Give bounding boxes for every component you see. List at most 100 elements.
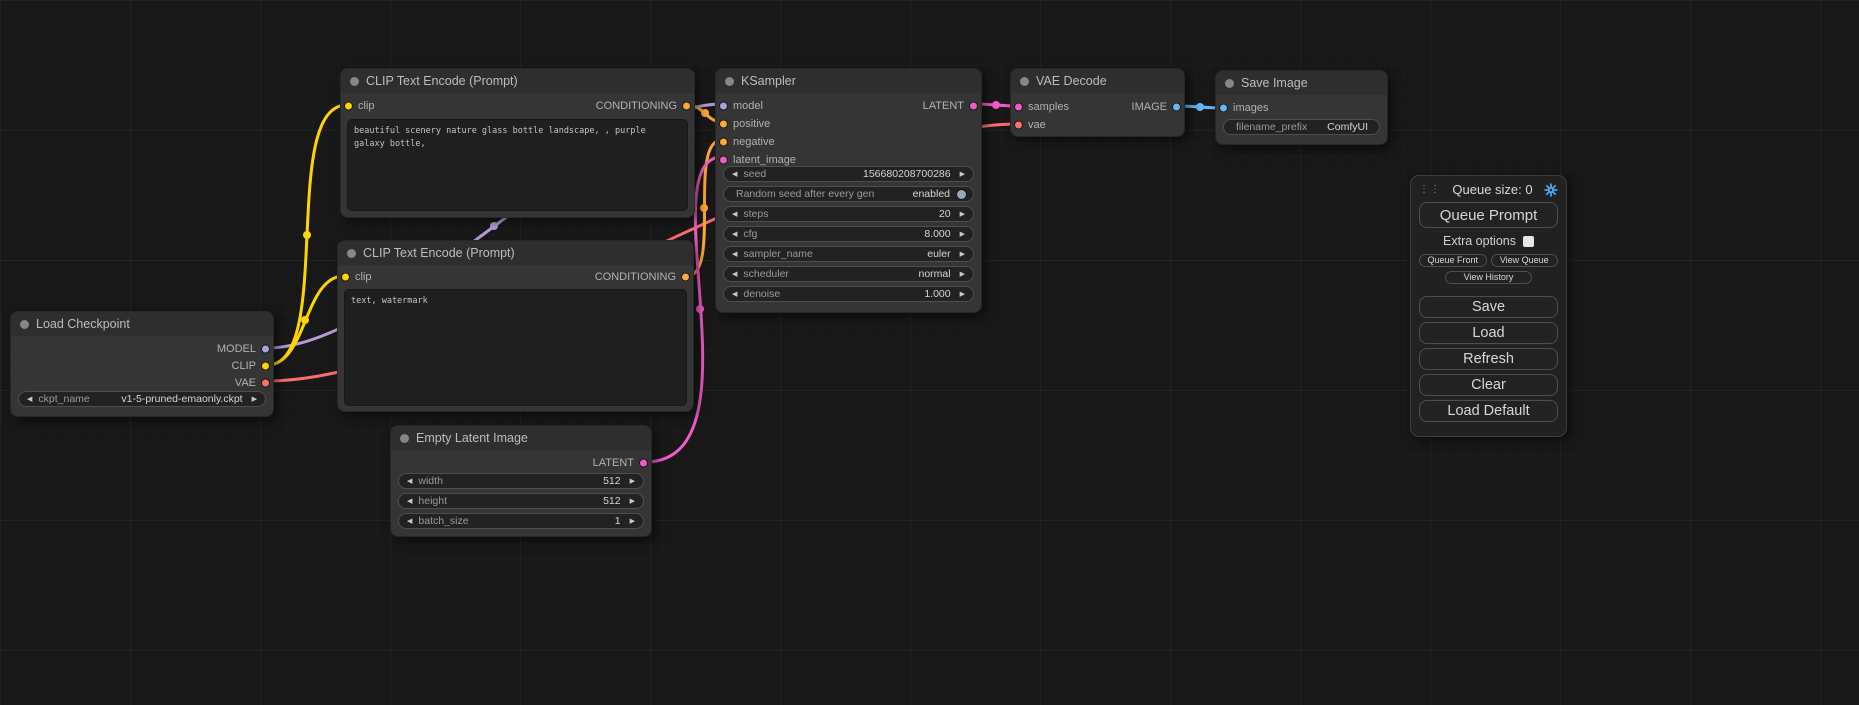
link-midpoint-dot-samples xyxy=(992,101,1000,109)
collapse-dot-icon[interactable] xyxy=(1225,79,1234,88)
queue-prompt-button[interactable]: Queue Prompt xyxy=(1419,202,1558,228)
view-queue-button[interactable]: View Queue xyxy=(1491,254,1559,267)
node-title-bar[interactable]: CLIP Text Encode (Prompt) xyxy=(338,241,693,265)
slot-row: positive xyxy=(716,115,981,133)
widget-seed[interactable]: ◀ seed 156680208700286 ▶ xyxy=(723,166,974,182)
increment-arrow-icon[interactable]: ▶ xyxy=(957,291,968,298)
input-port-positive[interactable] xyxy=(719,120,728,129)
node-vae-decode[interactable]: VAE Decode samples IMAGE vae xyxy=(1010,68,1185,137)
widget-batch-size[interactable]: ◀ batch_size 1 ▶ xyxy=(398,513,644,529)
increment-arrow-icon[interactable]: ▶ xyxy=(627,478,638,485)
widget-width[interactable]: ◀ width 512 ▶ xyxy=(398,473,644,489)
decrement-arrow-icon[interactable]: ◀ xyxy=(24,396,35,403)
prompt-textarea[interactable]: beautiful scenery nature glass bottle la… xyxy=(347,119,688,211)
toggle-dot-icon[interactable] xyxy=(956,189,967,200)
settings-gear-icon[interactable] xyxy=(1544,183,1558,197)
input-slot-label: negative xyxy=(733,136,775,148)
node-title-bar[interactable]: KSampler xyxy=(716,69,981,93)
output-slot-label: MODEL xyxy=(217,343,256,355)
widget-sampler-name[interactable]: ◀ sampler_name euler ▶ xyxy=(723,246,974,262)
widget-scheduler[interactable]: ◀ scheduler normal ▶ xyxy=(723,266,974,282)
collapse-dot-icon[interactable] xyxy=(400,434,409,443)
prompt-textarea[interactable]: text, watermark xyxy=(344,289,687,406)
increment-arrow-icon[interactable]: ▶ xyxy=(957,271,968,278)
widget-height[interactable]: ◀ height 512 ▶ xyxy=(398,493,644,509)
input-port-images[interactable] xyxy=(1219,104,1228,113)
decrement-arrow-icon[interactable]: ◀ xyxy=(404,478,415,485)
increment-arrow-icon[interactable]: ▶ xyxy=(957,251,968,258)
load-button[interactable]: Load xyxy=(1419,322,1558,344)
output-port-conditioning[interactable] xyxy=(682,102,691,111)
refresh-button[interactable]: Refresh xyxy=(1419,348,1558,370)
decrement-arrow-icon[interactable]: ◀ xyxy=(729,231,740,238)
output-port-latent[interactable] xyxy=(639,459,648,468)
output-port-vae[interactable] xyxy=(261,378,270,387)
node-title-bar[interactable]: Empty Latent Image xyxy=(391,426,651,450)
decrement-arrow-icon[interactable]: ◀ xyxy=(404,498,415,505)
input-port-model[interactable] xyxy=(719,102,728,111)
widget-label: Random seed after every gen xyxy=(736,188,874,200)
increment-arrow-icon[interactable]: ▶ xyxy=(957,231,968,238)
input-port-negative[interactable] xyxy=(719,138,728,147)
collapse-dot-icon[interactable] xyxy=(1020,77,1029,86)
node-clip-text-encode-positive[interactable]: CLIP Text Encode (Prompt) clip CONDITION… xyxy=(340,68,695,218)
node-clip-text-encode-negative[interactable]: CLIP Text Encode (Prompt) clip CONDITION… xyxy=(337,240,694,412)
output-port-clip[interactable] xyxy=(261,361,270,370)
widget-ckpt-name[interactable]: ◀ ckpt_name v1-5-pruned-emaonly.ckpt ▶ xyxy=(18,391,266,407)
input-slot-label: positive xyxy=(733,118,770,130)
input-port-vae[interactable] xyxy=(1014,121,1023,130)
graph-canvas[interactable]: Load Checkpoint MODEL CLIP VAE ◀ ckpt_na… xyxy=(0,0,1859,705)
collapse-dot-icon[interactable] xyxy=(725,77,734,86)
collapse-dot-icon[interactable] xyxy=(20,320,29,329)
decrement-arrow-icon[interactable]: ◀ xyxy=(729,291,740,298)
node-save-image[interactable]: Save Image images filename_prefix ComfyU… xyxy=(1215,70,1388,145)
input-port-latent-image[interactable] xyxy=(719,156,728,165)
output-port-latent[interactable] xyxy=(969,102,978,111)
collapse-dot-icon[interactable] xyxy=(350,77,359,86)
input-port-clip[interactable] xyxy=(341,273,350,282)
decrement-arrow-icon[interactable]: ◀ xyxy=(404,518,415,525)
decrement-arrow-icon[interactable]: ◀ xyxy=(729,211,740,218)
increment-arrow-icon[interactable]: ▶ xyxy=(957,171,968,178)
link-midpoint-dot-negative-cond xyxy=(700,204,708,212)
node-title-bar[interactable]: Save Image xyxy=(1216,71,1387,95)
decrement-arrow-icon[interactable]: ◀ xyxy=(729,271,740,278)
decrement-arrow-icon[interactable]: ◀ xyxy=(729,171,740,178)
extra-options-checkbox[interactable] xyxy=(1523,236,1534,247)
widget-cfg[interactable]: ◀ cfg 8.000 ▶ xyxy=(723,226,974,242)
queue-front-button[interactable]: Queue Front xyxy=(1419,254,1487,267)
node-title-bar[interactable]: CLIP Text Encode (Prompt) xyxy=(341,69,694,93)
input-slot-label: clip xyxy=(355,271,372,283)
output-slot-label: LATENT xyxy=(593,457,634,469)
widget-denoise[interactable]: ◀ denoise 1.000 ▶ xyxy=(723,286,974,302)
node-empty-latent-image[interactable]: Empty Latent Image LATENT ◀ width 512 ▶ … xyxy=(390,425,652,537)
input-port-clip[interactable] xyxy=(344,102,353,111)
widget-label: height xyxy=(418,495,447,507)
widget-steps[interactable]: ◀ steps 20 ▶ xyxy=(723,206,974,222)
node-ksampler[interactable]: KSampler model LATENT positive negative … xyxy=(715,68,982,313)
clear-button[interactable]: Clear xyxy=(1419,374,1558,396)
increment-arrow-icon[interactable]: ▶ xyxy=(957,211,968,218)
output-port-model[interactable] xyxy=(261,344,270,353)
drag-handle-icon[interactable]: ⋮⋮ xyxy=(1419,184,1441,195)
load-default-button[interactable]: Load Default xyxy=(1419,400,1558,422)
widget-label: scheduler xyxy=(743,268,789,280)
view-history-button[interactable]: View History xyxy=(1445,271,1531,284)
save-button[interactable]: Save xyxy=(1419,296,1558,318)
node-title-bar[interactable]: Load Checkpoint xyxy=(11,312,273,336)
output-port-conditioning[interactable] xyxy=(681,273,690,282)
widget-filename-prefix[interactable]: filename_prefix ComfyUI xyxy=(1223,119,1380,135)
node-load-checkpoint[interactable]: Load Checkpoint MODEL CLIP VAE ◀ ckpt_na… xyxy=(10,311,274,417)
decrement-arrow-icon[interactable]: ◀ xyxy=(729,251,740,258)
node-title-bar[interactable]: VAE Decode xyxy=(1011,69,1184,93)
queue-menu-panel: ⋮⋮ Queue size: 0 xyxy=(1410,175,1567,437)
increment-arrow-icon[interactable]: ▶ xyxy=(627,518,638,525)
increment-arrow-icon[interactable]: ▶ xyxy=(627,498,638,505)
input-port-samples[interactable] xyxy=(1014,103,1023,112)
widget-random-seed-toggle[interactable]: Random seed after every gen enabled xyxy=(723,186,974,202)
collapse-dot-icon[interactable] xyxy=(347,249,356,258)
slot-row: LATENT xyxy=(391,454,651,472)
increment-arrow-icon[interactable]: ▶ xyxy=(249,396,260,403)
output-port-image[interactable] xyxy=(1172,103,1181,112)
slot-row: VAE xyxy=(11,374,273,391)
